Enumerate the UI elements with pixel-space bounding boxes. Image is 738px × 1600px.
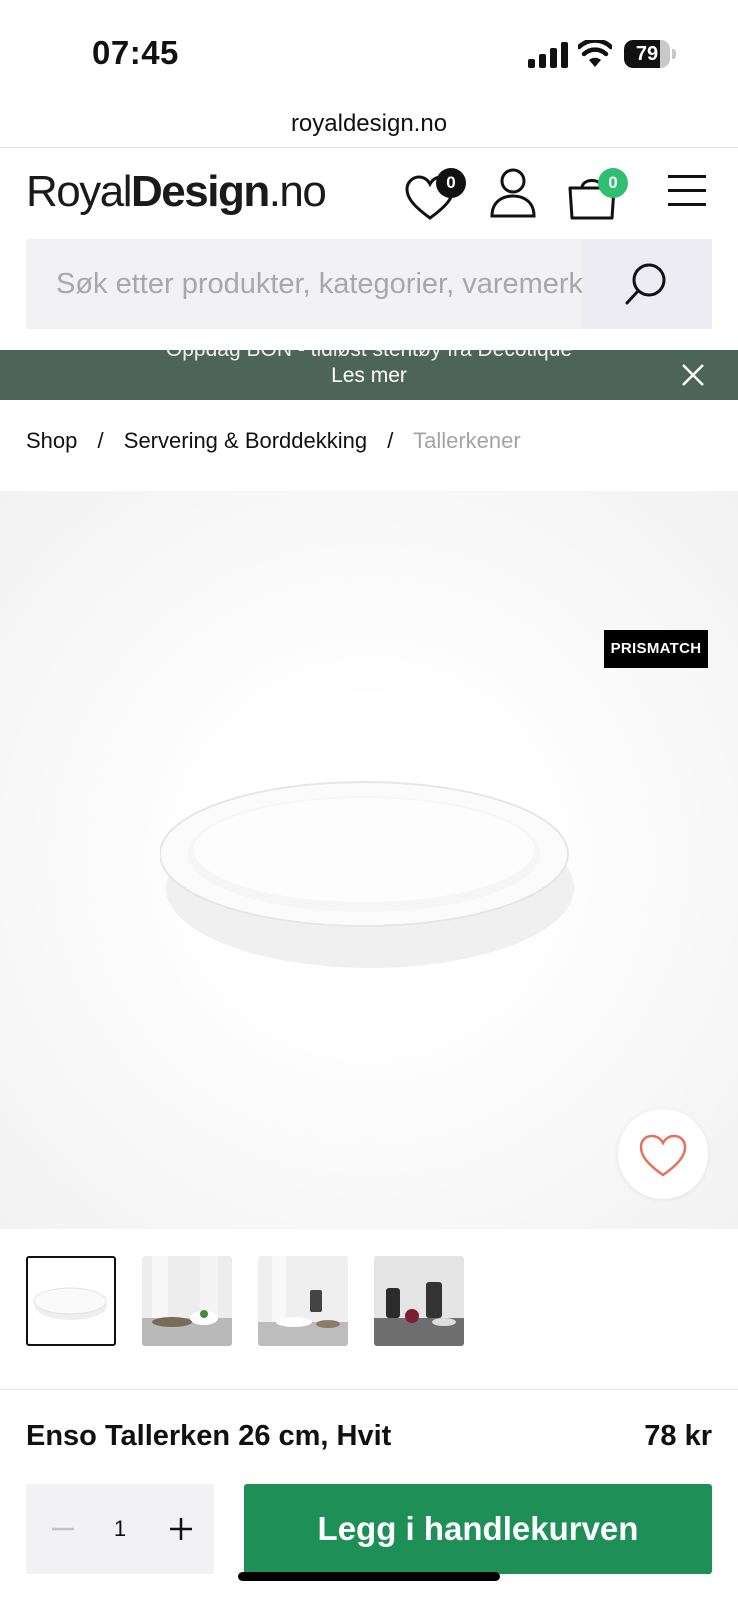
close-icon[interactable] bbox=[680, 362, 706, 388]
quantity-value[interactable]: 1 bbox=[96, 1484, 144, 1574]
browser-url[interactable]: royaldesign.no bbox=[0, 100, 738, 148]
product-name: Enso Tallerken 26 cm, Hvit bbox=[26, 1420, 392, 1452]
hamburger-menu-icon bbox=[668, 175, 706, 206]
cart-button[interactable]: 0 bbox=[566, 168, 632, 224]
breadcrumb-separator: / bbox=[97, 428, 104, 453]
wishlist-button[interactable]: 0 bbox=[404, 168, 468, 224]
product-price: 78 kr bbox=[644, 1420, 712, 1452]
site-header: RoyalDesign.no 0 0 bbox=[0, 148, 738, 238]
breadcrumb-separator: / bbox=[387, 428, 394, 453]
breadcrumb-item-serving[interactable]: Servering & Borddekking bbox=[124, 428, 367, 453]
breadcrumb: Shop / Servering & Borddekking / Tallerk… bbox=[26, 428, 535, 454]
thumbnail-4[interactable] bbox=[374, 1256, 464, 1346]
logo-bold: Design bbox=[131, 167, 270, 216]
account-button[interactable] bbox=[488, 166, 538, 222]
minus-icon bbox=[52, 1527, 74, 1531]
user-icon bbox=[490, 168, 536, 218]
promo-banner: Oppdag BON - tidløst stentøy fra Decotiq… bbox=[0, 350, 738, 400]
logo-regular: Royal bbox=[26, 167, 133, 216]
plate-image bbox=[160, 781, 574, 968]
battery-indicator: 79 bbox=[624, 40, 676, 68]
breadcrumb-item-shop[interactable]: Shop bbox=[26, 428, 77, 453]
add-to-cart-button[interactable]: Legg i handlekurven bbox=[244, 1484, 712, 1574]
search-input[interactable] bbox=[26, 239, 582, 329]
site-logo[interactable]: RoyalDesign.no bbox=[26, 166, 327, 218]
promo-read-more-link[interactable]: Les mer bbox=[0, 362, 738, 390]
purchase-panel: Enso Tallerken 26 cm, Hvit 78 kr 1 Legg … bbox=[0, 1389, 738, 1600]
product-image-gallery[interactable]: PRISMATCH bbox=[0, 491, 738, 1229]
logo-suffix: .no bbox=[268, 167, 327, 216]
thumbnail-strip bbox=[26, 1256, 726, 1346]
home-indicator bbox=[238, 1572, 500, 1581]
wifi-icon bbox=[578, 40, 612, 67]
status-time: 07:45 bbox=[92, 34, 179, 71]
search-icon bbox=[625, 263, 666, 305]
thumbnail-1[interactable] bbox=[26, 1256, 116, 1346]
search-bar bbox=[26, 239, 712, 329]
breadcrumb-item-current: Tallerkener bbox=[413, 428, 521, 453]
cart-count-badge: 0 bbox=[598, 168, 628, 198]
thumbnail-2[interactable] bbox=[142, 1256, 232, 1346]
menu-button[interactable] bbox=[666, 172, 708, 210]
search-button[interactable] bbox=[582, 239, 712, 329]
decrease-quantity-button[interactable] bbox=[40, 1506, 86, 1552]
signal-icon bbox=[528, 42, 568, 68]
battery-level: 79 bbox=[635, 43, 659, 65]
status-bar: 07:45 79 bbox=[0, 0, 738, 100]
prismatch-badge: PRISMATCH bbox=[604, 630, 708, 668]
plus-icon bbox=[170, 1518, 192, 1540]
increase-quantity-button[interactable] bbox=[158, 1506, 204, 1552]
quantity-stepper: 1 bbox=[26, 1484, 214, 1574]
favorite-button[interactable] bbox=[618, 1109, 708, 1199]
thumbnail-3[interactable] bbox=[258, 1256, 348, 1346]
heart-outline-icon bbox=[639, 1134, 687, 1177]
wishlist-count-badge: 0 bbox=[436, 168, 466, 198]
